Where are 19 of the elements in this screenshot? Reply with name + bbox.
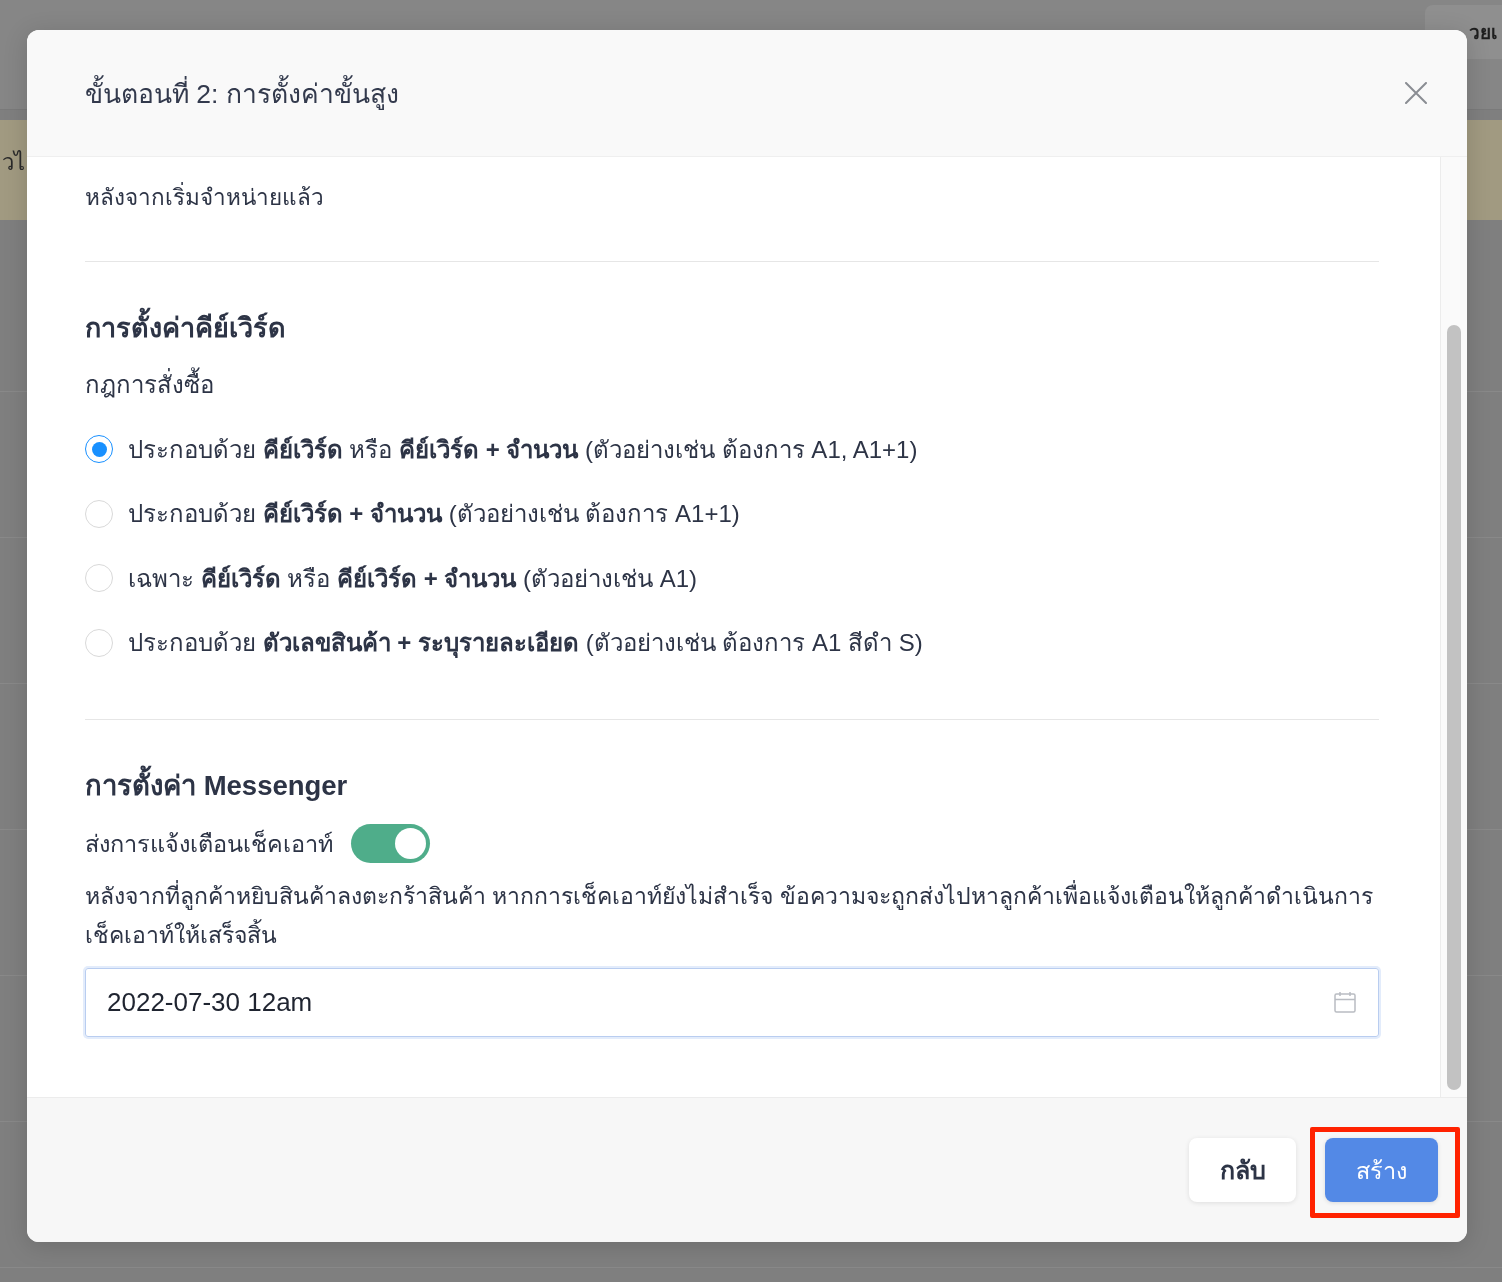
toggle-switch[interactable] [351, 824, 430, 863]
radio-option-label[interactable]: เฉพาะ คีย์เวิร์ด หรือ คีย์เวิร์ด + จำนวน (ตัวอย่างเช่น A1) [128, 558, 698, 598]
intro-text: หลังจากเริ่มจำหน่ายแล้ว [85, 179, 1379, 217]
banner-text: วไ [1, 148, 25, 177]
date-field[interactable]: 2022-07-30 12am [85, 967, 1379, 1037]
dialog-title: ขั้นตอนที่ 2: การตั้งค่าขั้นสูง [85, 71, 399, 115]
radio-option-label[interactable]: ประกอบด้วย ตัวเลขสินค้า + ระบุรายละเอียด (ตัวอย่างเช่น ต้องการ A1 สีดำ S) [128, 623, 923, 662]
radio-option-label[interactable]: ประกอบด้วย คีย์เวิร์ด หรือ คีย์เวิร์ด + จำนวน (ตัวอย่างเช่น ต้องการ A1, A1+1) [128, 429, 918, 469]
scrollbar-thumb[interactable] [1447, 325, 1461, 1090]
description-text: หลังจากที่ลูกค้าหยิบสินค้าลงตะกร้าสินค้า หากการเช็คเอาท์ยังไม่สำเร็จ ข้อความจะถูกส่งไปหาลูกค้าเพื่อแจ้งเตือนให้ลูกค้าดำเนินการเช็คเอาท์ให้เสร็จสิ้น [85, 879, 1374, 950]
toggle-label: ส่งการแจ้งเตือนเช็คเอาท์ [85, 828, 333, 859]
radio-option-label[interactable]: ประกอบด้วย คีย์เวิร์ด + จำนวน (ตัวอย่างเช่น ต้องการ A1+1) [128, 494, 740, 533]
back-button[interactable]: กลับ [1189, 1138, 1296, 1202]
rule-label: กฎการสั่งซื้อ [85, 366, 1379, 404]
section-heading: การตั้งค่าคีย์เวิร์ด [85, 308, 1379, 348]
close-icon[interactable] [1405, 82, 1427, 104]
radio-button[interactable] [85, 435, 113, 463]
section-heading: การตั้งค่า Messenger [85, 765, 1379, 806]
calendar-icon [1334, 991, 1356, 1013]
